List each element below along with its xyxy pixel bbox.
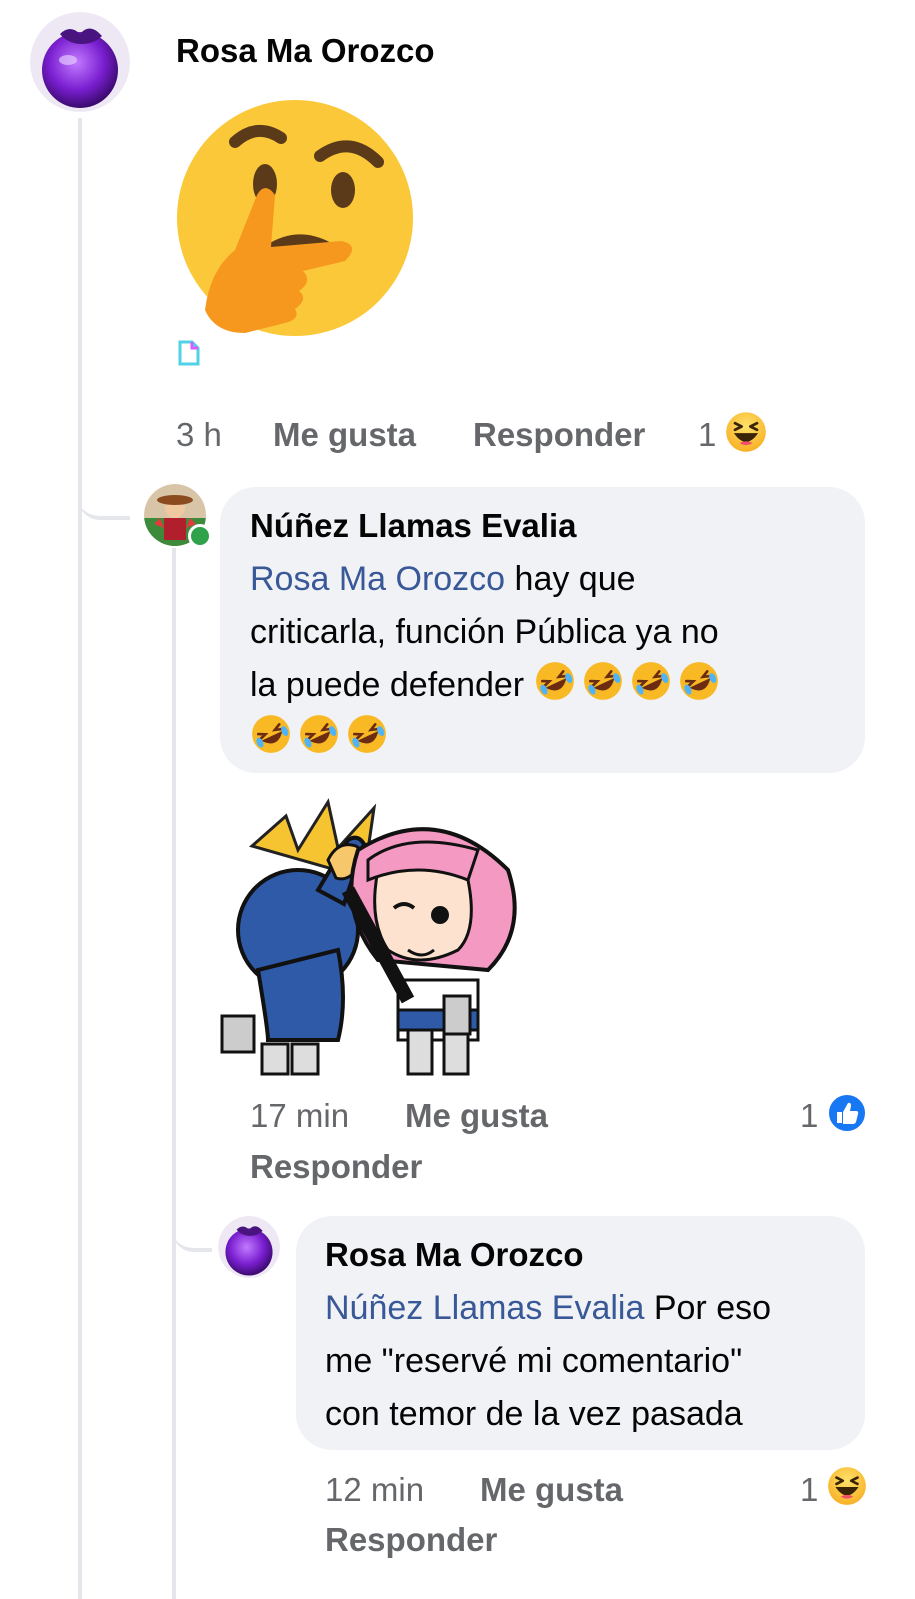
like-button[interactable]: Me gusta bbox=[480, 1471, 623, 1509]
online-status-dot bbox=[188, 524, 212, 548]
avatar[interactable] bbox=[30, 12, 130, 112]
avatar[interactable] bbox=[218, 1216, 280, 1278]
thinking-face-icon bbox=[175, 100, 417, 356]
reaction-count[interactable]: 1 bbox=[698, 416, 716, 454]
like-button[interactable]: Me gusta bbox=[405, 1097, 548, 1135]
comment-time[interactable]: 3 h bbox=[176, 416, 222, 454]
like-button[interactable]: Me gusta bbox=[273, 416, 416, 454]
like-icon[interactable] bbox=[826, 1092, 868, 1134]
comment-text-line: con temor de la vez pasada bbox=[325, 1395, 743, 1433]
comment-author-name[interactable]: Rosa Ma Orozco bbox=[176, 32, 435, 70]
rolling-laughing-icon bbox=[250, 713, 292, 755]
reaction-count[interactable]: 1 bbox=[800, 1471, 818, 1509]
reply-button[interactable]: Responder bbox=[250, 1148, 422, 1186]
comment-text-line: Por eso bbox=[644, 1289, 772, 1327]
comment-time[interactable]: 17 min bbox=[250, 1097, 349, 1135]
comment-text-line: criticarla, función Pública ya no bbox=[250, 613, 719, 651]
rolling-laughing-icon bbox=[534, 660, 576, 702]
haha-icon[interactable] bbox=[724, 410, 768, 454]
rolling-laughing-icon bbox=[582, 660, 624, 702]
comment-text-line: la puede defender bbox=[250, 666, 534, 704]
haha-icon[interactable] bbox=[826, 1465, 868, 1507]
reply-button[interactable]: Responder bbox=[473, 416, 645, 454]
comment-author-name[interactable]: Núñez Llamas Evalia bbox=[250, 507, 576, 545]
rolling-laughing-icon bbox=[346, 713, 388, 755]
comment-text-line: hay que bbox=[505, 560, 636, 598]
comment-text: Núñez Llamas Evalia Por eso me "reservé … bbox=[325, 1282, 855, 1441]
high-five-sticker[interactable] bbox=[218, 780, 528, 1080]
comment-time[interactable]: 12 min bbox=[325, 1471, 424, 1509]
mention-link[interactable]: Núñez Llamas Evalia bbox=[325, 1289, 644, 1327]
comment-author-name[interactable]: Rosa Ma Orozco bbox=[325, 1236, 584, 1274]
comment-text: Rosa Ma Orozco hay que criticarla, funci… bbox=[250, 553, 850, 765]
rolling-laughing-icon bbox=[630, 660, 672, 702]
file-icon bbox=[178, 340, 200, 366]
reaction-count[interactable]: 1 bbox=[800, 1097, 818, 1135]
reply-button[interactable]: Responder bbox=[325, 1521, 497, 1559]
comment-text-line: me "reservé mi comentario" bbox=[325, 1342, 743, 1380]
rolling-laughing-icon bbox=[678, 660, 720, 702]
mention-link[interactable]: Rosa Ma Orozco bbox=[250, 560, 505, 598]
rolling-laughing-icon bbox=[298, 713, 340, 755]
